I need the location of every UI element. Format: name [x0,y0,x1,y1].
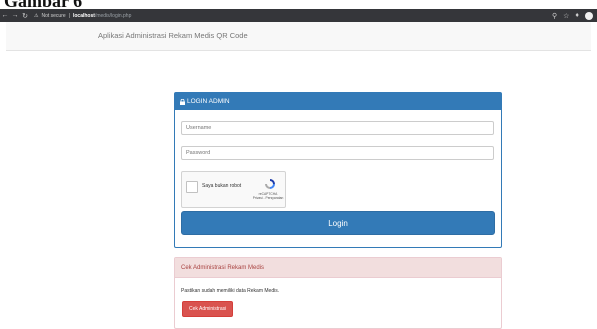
password-input[interactable] [181,146,494,160]
reload-icon[interactable]: ↻ [20,12,30,20]
check-panel: Cek Administrasi Rekam Medis Pastikan su… [174,257,502,329]
url-host: localhost [72,12,95,19]
recaptcha-checkbox[interactable] [186,181,198,193]
login-panel-header: LOGIN ADMIN [175,93,501,110]
recaptcha-links[interactable]: Privasi - Persyaratan [252,196,284,200]
browser-actions: ⚲ ☆ ♦ [552,9,593,22]
lock-icon [180,98,185,105]
puzzle-icon[interactable]: ♦ [575,12,579,19]
login-panel: LOGIN ADMIN Saya bukan robot reCAPTCHA P… [174,92,502,248]
zoom-icon[interactable]: ⚲ [552,12,557,20]
recaptcha-logo-icon [264,177,276,189]
warning-icon: ⚠ [34,12,39,19]
browser-toolbar: ← → ↻ ⚠ Not secure | localhost/medis/log… [0,9,597,22]
app-brand[interactable]: Aplikasi Administrasi Rekam Medis QR Cod… [98,31,248,40]
app-navbar: Aplikasi Administrasi Rekam Medis QR Cod… [6,22,591,51]
arrow-right-icon[interactable]: → [10,12,20,19]
login-title: LOGIN ADMIN [187,98,230,105]
arrow-left-icon[interactable]: ← [0,12,10,19]
url-path: /medis/login.php [94,12,132,19]
check-panel-header: Cek Administrasi Rekam Medis [175,258,501,278]
url-separator: | [68,12,70,19]
check-description: Pastikan sudah memiliki data Rekam Medis… [181,288,280,294]
recaptcha-text: reCAPTCHA Privasi - Persyaratan [252,192,284,200]
username-input[interactable] [181,121,494,135]
login-button[interactable]: Login [181,211,495,235]
not-secure-label: Not secure [41,12,66,19]
recaptcha-widget: Saya bukan robot reCAPTCHA Privasi - Per… [181,171,286,208]
star-icon[interactable]: ☆ [563,12,569,20]
check-administration-button[interactable]: Cek Administrasi [182,301,234,317]
avatar[interactable] [585,11,593,20]
recaptcha-label: Saya bukan robot [202,183,242,189]
address-bar[interactable]: ⚠ Not secure | localhost/medis/login.php [34,13,131,19]
